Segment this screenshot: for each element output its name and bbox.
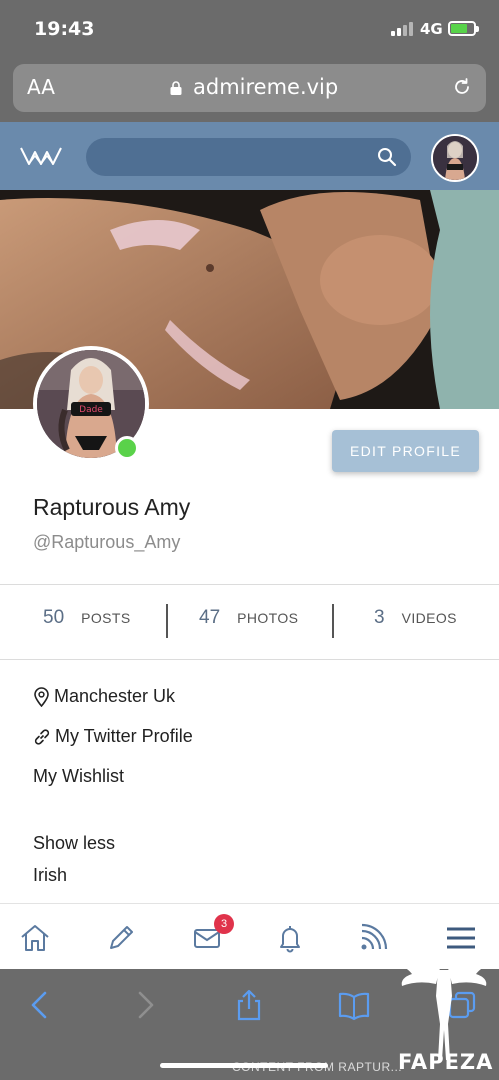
address-bar[interactable]: AA admireme.vip <box>13 64 486 112</box>
user-avatar-button[interactable] <box>431 134 479 182</box>
posts-label: POSTS <box>81 610 131 626</box>
location-pin-icon <box>34 686 49 707</box>
reload-icon[interactable] <box>451 76 473 98</box>
bio-text: Irish <box>33 865 68 885</box>
bookmarks-book-icon[interactable] <box>338 989 370 1021</box>
signal-icon <box>391 22 415 36</box>
show-less-toggle[interactable]: Show less <box>33 833 115 854</box>
profile-location: Manchester Uk <box>33 686 175 707</box>
divider <box>0 584 499 585</box>
notifications-bell-icon[interactable] <box>274 922 306 954</box>
watermark-brand: FAPEZA <box>398 1050 494 1074</box>
site-header <box>0 122 499 190</box>
url-domain: admireme.vip <box>193 75 339 99</box>
clock: 19:43 <box>34 18 95 40</box>
stat-posts[interactable]: 50 POSTS <box>43 607 131 637</box>
stat-divider <box>166 604 168 638</box>
stat-photos[interactable]: 47 PHOTOS <box>199 607 298 637</box>
stat-videos[interactable]: 3 VIDEOS <box>374 607 457 637</box>
online-status-dot <box>115 436 139 460</box>
messages-badge: 3 <box>214 914 234 934</box>
search-input[interactable] <box>100 144 380 170</box>
search-icon[interactable] <box>377 147 397 167</box>
text-size-button[interactable]: AA <box>27 75 55 99</box>
back-chevron-icon[interactable] <box>24 989 56 1021</box>
battery-icon <box>448 21 479 36</box>
crown-logo-icon[interactable] <box>19 144 63 170</box>
photos-count: 47 <box>199 607 221 628</box>
profile-display-name: Rapturous Amy <box>33 494 191 520</box>
watermark-caption: CONTENT FROM RAPTUR... <box>232 1060 403 1074</box>
lock-icon <box>170 81 182 95</box>
location-text: Manchester Uk <box>54 686 176 706</box>
stat-divider <box>332 604 334 638</box>
compose-pencil-icon[interactable] <box>105 922 137 954</box>
wishlist-link[interactable]: My Wishlist <box>33 766 124 787</box>
twitter-link-text[interactable]: My Twitter Profile <box>55 726 193 747</box>
divider <box>0 659 499 660</box>
profile-handle: @Rapturous_Amy <box>33 532 181 552</box>
network-type: 4G <box>420 20 443 38</box>
avatar-image <box>433 136 477 180</box>
browser-address-area: AA admireme.vip <box>0 56 499 122</box>
home-icon[interactable] <box>19 922 51 954</box>
forward-chevron-icon[interactable] <box>129 989 161 1021</box>
photos-label: PHOTOS <box>237 610 299 626</box>
feed-rss-icon[interactable] <box>357 922 389 954</box>
link-icon <box>34 728 50 745</box>
edit-profile-button[interactable]: EDIT PROFILE <box>332 430 479 472</box>
profile-twitter-link[interactable]: My Twitter Profile <box>33 726 193 747</box>
search-bar[interactable] <box>86 138 411 176</box>
posts-count: 50 <box>43 607 65 628</box>
share-icon[interactable] <box>233 989 265 1021</box>
svg-text:Dade: Dade <box>79 405 103 415</box>
videos-label: VIDEOS <box>401 610 457 626</box>
status-bar: 19:43 4G <box>0 0 499 56</box>
videos-count: 3 <box>374 607 385 628</box>
